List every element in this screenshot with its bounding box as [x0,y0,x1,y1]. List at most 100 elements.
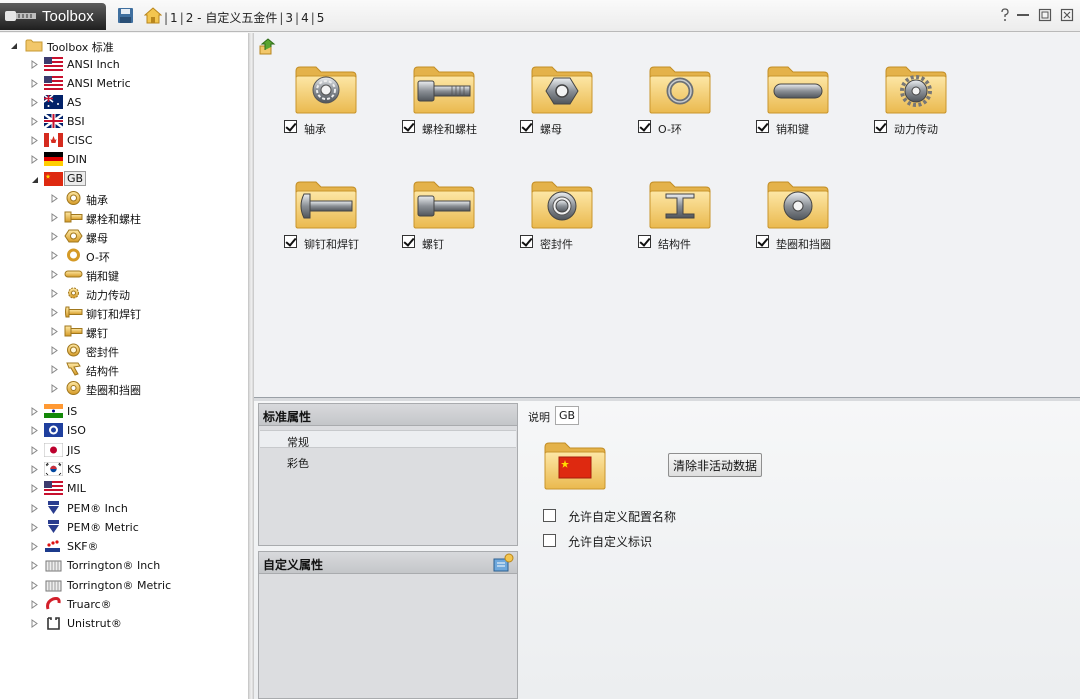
category-checkbox[interactable] [638,120,651,133]
breadcrumb-level-4[interactable]: 4 [300,11,310,25]
tree-child-structural[interactable]: 结构件 [0,360,240,379]
nut-icon[interactable] [530,63,594,115]
tree-item-bsi[interactable]: BSI [0,112,240,131]
collapsed-arrow-icon[interactable] [50,326,59,337]
collapsed-arrow-icon[interactable] [50,345,59,356]
tree-item-ansi-inch[interactable]: ANSI Inch [0,55,240,74]
category-seals[interactable]: 密封件 [490,178,608,258]
collapsed-arrow-icon[interactable] [30,483,39,494]
property-item-general[interactable]: 常规 [260,430,516,449]
collapsed-arrow-icon[interactable] [30,78,39,89]
tree-item-truarc[interactable]: Truarc® [0,595,240,614]
collapsed-arrow-icon[interactable] [50,231,59,242]
collapsed-arrow-icon[interactable] [50,307,59,318]
category-checkbox[interactable] [520,120,533,133]
allow-custom-config-name-checkbox[interactable] [543,509,556,522]
collapsed-arrow-icon[interactable] [30,154,39,165]
rivet-icon[interactable] [294,178,358,230]
collapsed-arrow-icon[interactable] [50,288,59,299]
category-checkbox[interactable] [756,120,769,133]
tree-child-bolts[interactable]: 螺栓和螺柱 [0,208,240,227]
tree-item-ks[interactable]: KS [0,460,240,479]
collapsed-arrow-icon[interactable] [30,618,39,629]
collapsed-arrow-icon[interactable] [30,445,39,456]
seal-icon[interactable] [530,178,594,230]
tree-child-nuts[interactable]: 螺母 [0,227,240,246]
help-icon[interactable] [998,8,1012,22]
collapsed-arrow-icon[interactable] [30,541,39,552]
save-icon[interactable] [117,7,134,24]
tree-item-as[interactable]: AS [0,93,240,112]
collapsed-arrow-icon[interactable] [30,97,39,108]
breadcrumb-level-2[interactable]: 2 - 自定义五金件 [185,11,279,25]
category-o-rings[interactable]: O-环 [608,63,726,143]
collapsed-arrow-icon[interactable] [50,250,59,261]
toolbox-tab[interactable]: Toolbox [0,3,106,30]
category-checkbox[interactable] [874,120,887,133]
tree-child-bearing[interactable]: 轴承 [0,189,240,208]
pin-key-icon[interactable] [766,63,830,115]
tree-item-torrington-metric[interactable]: Torrington® Metric [0,576,240,595]
collapsed-arrow-icon[interactable] [50,364,59,375]
category-bolts-studs[interactable]: 螺栓和螺柱 [372,63,490,143]
tree-item-gb[interactable]: GB [0,170,240,189]
tree-child-pins[interactable]: 销和键 [0,265,240,284]
allow-custom-id-option[interactable]: 允许自定义标识 [543,533,743,549]
tree-item-jis[interactable]: JIS [0,441,240,460]
washer-icon[interactable] [766,178,830,230]
property-item-color[interactable]: 彩色 [260,452,516,470]
tree-child-seals[interactable]: 密封件 [0,341,240,360]
collapsed-arrow-icon[interactable] [30,522,39,533]
collapsed-arrow-icon[interactable] [30,503,39,514]
collapsed-arrow-icon[interactable] [50,193,59,204]
allow-custom-config-name-option[interactable]: 允许自定义配置名称 [543,508,743,524]
category-checkbox[interactable] [520,235,533,248]
bearing-icon[interactable] [294,63,358,115]
tree-item-iso[interactable]: ISO [0,421,240,440]
breadcrumb-level-3[interactable]: 3 [284,11,294,25]
gear-icon[interactable] [884,63,948,115]
category-rivets[interactable]: 铆钉和焊钉 [254,178,372,258]
collapsed-arrow-icon[interactable] [30,59,39,70]
tree-child-screws[interactable]: 螺钉 [0,322,240,341]
bolt-icon[interactable] [412,63,476,115]
tree-item-mil[interactable]: MIL [0,479,240,498]
collapsed-arrow-icon[interactable] [30,464,39,475]
category-power-transmission[interactable]: 动力传动 [844,63,962,143]
expanded-arrow-icon[interactable] [30,174,39,185]
category-checkbox[interactable] [284,120,297,133]
collapsed-arrow-icon[interactable] [30,560,39,571]
tree-item-is[interactable]: IS [0,402,240,421]
clear-inactive-data-button[interactable]: 清除非活动数据 [668,453,763,477]
breadcrumb-level-5[interactable]: 5 [316,11,326,25]
tree-child-rivets[interactable]: 铆钉和焊钉 [0,303,240,322]
home-icon[interactable] [144,7,162,24]
category-pins-keys[interactable]: 销和键 [726,63,844,143]
up-level-icon[interactable] [259,38,276,55]
collapsed-arrow-icon[interactable] [50,212,59,223]
collapsed-arrow-icon[interactable] [30,580,39,591]
category-washers[interactable]: 垫圈和挡圈 [726,178,844,258]
tree-item-pem-inch[interactable]: PEM® Inch [0,499,240,518]
tree-item-pem-metric[interactable]: PEM® Metric [0,518,240,537]
tree-item-unistrut[interactable]: Unistrut® [0,614,240,633]
category-checkbox[interactable] [638,235,651,248]
collapsed-arrow-icon[interactable] [50,269,59,280]
restore-icon[interactable] [1038,8,1052,22]
expanded-arrow-icon[interactable] [9,40,18,51]
structural-beam-icon[interactable] [648,178,712,230]
tree-child-power-transmission[interactable]: 动力传动 [0,284,240,303]
collapsed-arrow-icon[interactable] [30,425,39,436]
allow-custom-id-checkbox[interactable] [543,534,556,547]
add-custom-property-icon[interactable] [492,553,514,573]
tree-item-cisc[interactable]: CISC [0,131,240,150]
collapsed-arrow-icon[interactable] [30,135,39,146]
collapsed-arrow-icon[interactable] [30,406,39,417]
collapsed-arrow-icon[interactable] [30,599,39,610]
tree-item-torrington-inch[interactable]: Torrington® Inch [0,556,240,575]
category-checkbox[interactable] [402,120,415,133]
screw-icon[interactable] [412,178,476,230]
tree-child-washers[interactable]: 垫圈和挡圈 [0,379,240,398]
category-checkbox[interactable] [402,235,415,248]
category-nuts[interactable]: 螺母 [490,63,608,143]
